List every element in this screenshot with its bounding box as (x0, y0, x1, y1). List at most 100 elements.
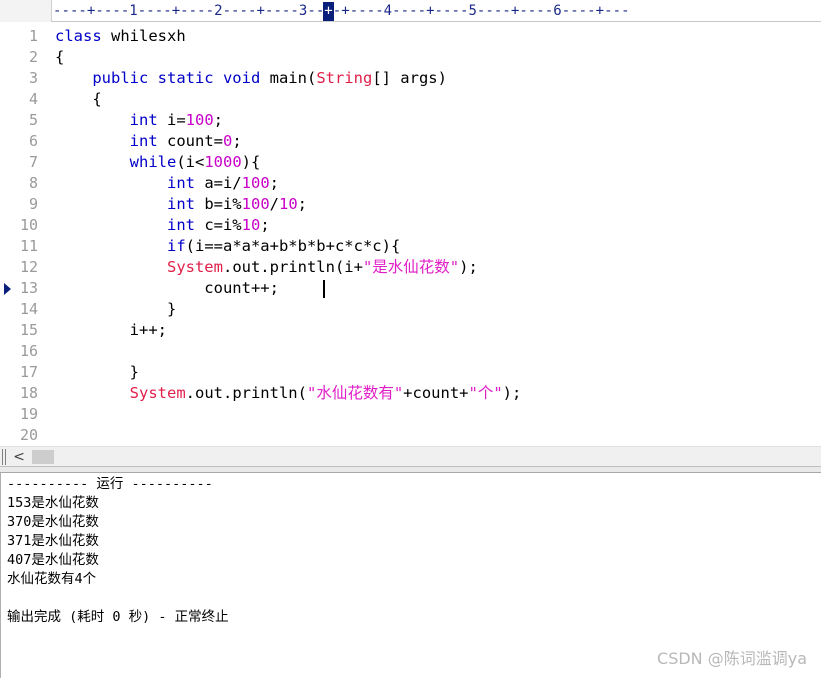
line-number: 15 (19, 321, 38, 339)
code-token: (i==a*a*a+b*b*b+c*c*c){ (185, 237, 401, 255)
code-line[interactable]: 6 int count=0; (0, 131, 821, 152)
line-number: 19 (19, 405, 38, 423)
code-token: 0 (222, 132, 233, 150)
code-line[interactable]: 10 int c=i%10; (0, 215, 821, 236)
code-token: b=i% (194, 195, 242, 213)
code-token: count++; (55, 279, 279, 297)
code-token: int (166, 216, 195, 234)
code-token: ; (260, 216, 270, 234)
code-line[interactable]: 8 int a=i/100; (0, 173, 821, 194)
code-line[interactable]: 20 (0, 425, 821, 446)
output-line: 153是水仙花数 (7, 495, 99, 511)
code-editor[interactable]: 1 class whilesxh 2{3 public static void ma… (0, 23, 821, 446)
code-line[interactable]: 1 class whilesxh (0, 26, 821, 47)
line-number: 9 (28, 195, 38, 213)
line-number: 14 (19, 300, 38, 318)
code-token: 100 (241, 174, 270, 192)
code-token: while (129, 153, 177, 171)
code-token: c=i% (194, 216, 242, 234)
code-token: count= (157, 132, 223, 150)
code-token: i++; (55, 321, 167, 339)
output-line: 371是水仙花数 (7, 533, 99, 549)
code-token: .out.println( (185, 384, 307, 402)
code-line[interactable]: 13 count++; (0, 278, 821, 299)
code-token: [] args) (372, 69, 447, 87)
split-handle[interactable] (2, 449, 6, 465)
line-number: 16 (19, 342, 38, 360)
code-line[interactable]: 11 if(i==a*a*a+b*b*b+c*c*c){ (0, 236, 821, 257)
line-number: 4 (28, 90, 38, 108)
code-token: int (166, 174, 195, 192)
code-token: 100 (185, 111, 214, 129)
text-caret (323, 280, 325, 298)
code-token: public static void (92, 69, 261, 87)
pane-splitter[interactable] (0, 466, 821, 473)
code-text: { (55, 89, 102, 110)
code-line[interactable]: 14 } (0, 299, 821, 320)
ruler-gutter (0, 0, 52, 22)
code-text: } (55, 299, 176, 320)
code-token: "是水仙花数" (362, 258, 460, 276)
scroll-left-icon[interactable]: < (10, 448, 28, 466)
code-token: 10 (279, 195, 298, 213)
line-number: 12 (19, 258, 38, 276)
code-text: System.out.println(i+"是水仙花数"); (55, 257, 478, 278)
code-token: { (55, 90, 102, 108)
code-token: String (316, 69, 373, 87)
code-text: { (55, 47, 64, 68)
output-line: 370是水仙花数 (7, 514, 99, 530)
code-line[interactable]: 12 System.out.println(i+"是水仙花数"); (0, 257, 821, 278)
line-number: 20 (19, 426, 38, 444)
line-number: 7 (28, 153, 38, 171)
code-text: System.out.println("水仙花数有"+count+"个"); (55, 383, 522, 404)
code-line[interactable]: 16 (0, 341, 821, 362)
code-line[interactable]: 9 int b=i%100/10; (0, 194, 821, 215)
output-line: 输出完成 (耗时 0 秒) - 正常终止 (7, 609, 229, 625)
line-number: 11 (19, 237, 38, 255)
code-token: int (129, 111, 158, 129)
code-token: int (166, 195, 195, 213)
code-token: ; (297, 195, 308, 213)
code-line[interactable]: 5 int i=100; (0, 110, 821, 131)
current-line-marker-icon (4, 283, 11, 295)
code-token: 100 (241, 195, 270, 213)
code-token: ); (459, 258, 478, 276)
code-token: 1000 (204, 153, 242, 171)
code-line[interactable]: 19 (0, 404, 821, 425)
code-text: int count=0; (55, 131, 242, 152)
code-line[interactable]: 7 while(i<1000){ (0, 152, 821, 173)
output-line: 水仙花数有4个 (7, 571, 97, 587)
code-line[interactable]: 3 public static void main(String[] args) (0, 68, 821, 89)
code-token: "水仙花数有" (306, 384, 404, 402)
code-token: class (55, 27, 102, 45)
code-token: whilesxh (101, 27, 186, 45)
code-line[interactable]: 4 { (0, 89, 821, 110)
output-panel: ---------- 运行 ---------- 153是水仙花数 370是水仙花数… (0, 473, 821, 678)
code-token: ); (502, 384, 522, 402)
code-token: ; (269, 174, 279, 192)
line-number: 10 (19, 216, 38, 234)
code-line[interactable]: 15 i++; (0, 320, 821, 341)
code-token: if (166, 237, 186, 255)
code-token: a=i/ (194, 174, 242, 192)
code-text: while(i<1000){ (55, 152, 261, 173)
code-text: int b=i%100/10; (55, 194, 307, 215)
horizontal-scrollbar[interactable]: < (0, 446, 821, 466)
code-line[interactable]: 17 } (0, 362, 821, 383)
code-text: } (55, 362, 139, 383)
ruler-scale: ----+----1----+----2----+----3----+----4… (53, 3, 630, 19)
line-number: 8 (28, 174, 38, 192)
scrollbar-thumb[interactable] (32, 450, 54, 464)
code-token: "个" (468, 384, 503, 402)
code-token: int (129, 132, 158, 150)
code-line[interactable]: 2{ (0, 47, 821, 68)
line-number: 6 (28, 132, 38, 150)
code-text: if(i==a*a*a+b*b*b+c*c*c){ (55, 236, 400, 257)
code-line[interactable]: 18 System.out.println("水仙花数有"+count+"个")… (0, 383, 821, 404)
